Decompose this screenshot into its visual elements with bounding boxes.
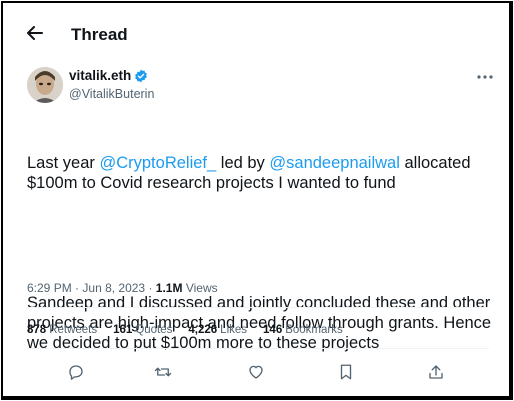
author-handle[interactable]: @VitalikButerin [69, 87, 154, 101]
avatar-image [27, 67, 63, 103]
author-display-name[interactable]: vitalik.eth [69, 68, 148, 83]
back-button[interactable] [23, 21, 47, 45]
quotes-count: 161 [113, 324, 133, 336]
tweet-meta: 6:29 PM · Jun 8, 2023 · 1.1M Views [27, 281, 218, 295]
quotes-stat[interactable]: 161 Quotes [113, 324, 172, 336]
retweet-icon [154, 367, 172, 377]
text-segment: Last year [27, 154, 100, 172]
likes-count: 4,226 [188, 324, 218, 336]
bookmarks-count: 146 [263, 324, 283, 336]
retweet-button[interactable] [152, 361, 174, 383]
display-name-text: vitalik.eth [69, 68, 132, 83]
like-button[interactable] [245, 361, 267, 383]
retweets-stat[interactable]: 878 Retweets [27, 324, 97, 336]
divider [27, 307, 489, 308]
author-row: vitalik.eth @VitalikButerin [27, 65, 497, 109]
tweet-frame: Thread vitalik.eth @VitalikButerin Last … [1, 1, 513, 400]
divider [27, 348, 489, 349]
mention-cryptorelief[interactable]: @CryptoRelief_ [99, 154, 216, 172]
quotes-label: Quotes [135, 324, 173, 336]
share-button[interactable] [425, 361, 447, 383]
avatar[interactable] [27, 67, 63, 103]
thread-header: Thread [3, 3, 509, 55]
text-segment: led by [216, 154, 270, 172]
reply-button[interactable] [65, 361, 87, 383]
meta-separator: · [75, 281, 80, 295]
views-count: 1.1M [155, 281, 183, 295]
engagement-stats: 878 Retweets 161 Quotes 4,226 Likes 146 Book… [27, 324, 343, 336]
page-title: Thread [71, 25, 128, 44]
action-bar [65, 361, 449, 383]
tweet-paragraph-2: Sandeep and I discussed and jointly conc… [27, 294, 496, 352]
more-options-button[interactable] [473, 67, 497, 87]
likes-stat[interactable]: 4,226 Likes [188, 324, 247, 336]
likes-label: Likes [220, 324, 248, 336]
reply-icon [69, 365, 83, 380]
share-icon [429, 365, 443, 379]
tweet-body: Last year @CryptoRelief_ led by @sandeep… [27, 113, 497, 393]
bookmark-icon [340, 364, 352, 380]
verified-badge-icon [135, 69, 148, 82]
arrow-left-icon [27, 26, 43, 40]
retweets-label: Retweets [49, 324, 98, 336]
meta-separator: · [148, 281, 153, 295]
tweet-paragraph-1: Last year @CryptoRelief_ led by @sandeep… [27, 153, 497, 193]
retweets-count: 878 [27, 324, 47, 336]
views-label: Views [185, 281, 218, 295]
mention-sandeepnailwal[interactable]: @sandeepnailwal [269, 154, 400, 172]
bookmark-button[interactable] [335, 361, 357, 383]
bookmarks-label: Bookmarks [285, 324, 343, 336]
bookmarks-stat[interactable]: 146 Bookmarks [263, 324, 343, 336]
tweet-date[interactable]: Jun 8, 2023 [82, 281, 145, 295]
heart-icon [249, 365, 263, 379]
tweet-time[interactable]: 6:29 PM [27, 281, 72, 295]
more-dots-icon [477, 75, 493, 79]
